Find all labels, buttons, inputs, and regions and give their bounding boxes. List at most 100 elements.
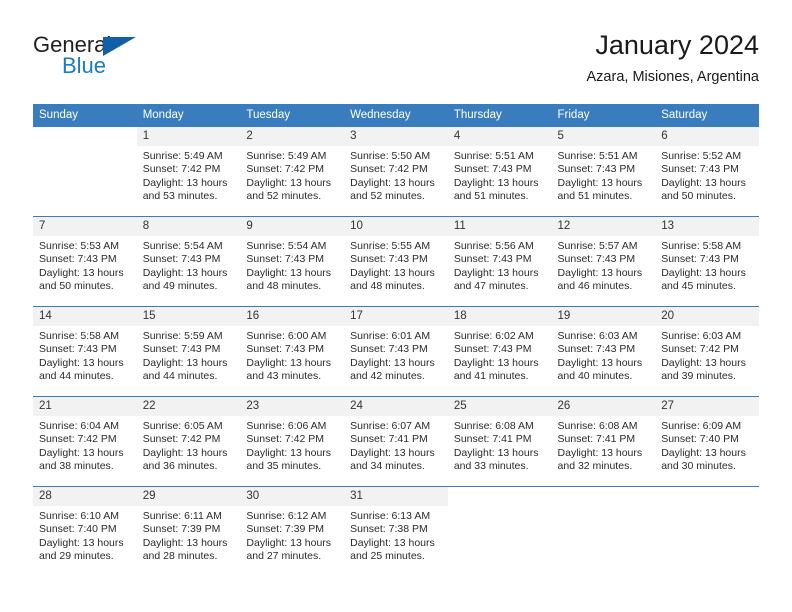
- daylight-text-line2: and 29 minutes.: [39, 550, 114, 563]
- calendar-day-cell[interactable]: 30 Sunrise: 6:12 AM Sunset: 7:39 PM Dayligh…: [240, 486, 345, 576]
- calendar-day-cell[interactable]: 23 Sunrise: 6:06 AM Sunset: 7:42 PM Dayligh…: [240, 396, 345, 487]
- calendar-day-cell[interactable]: 4 Sunrise: 5:51 AM Sunset: 7:43 PM Daylight…: [447, 127, 552, 217]
- calendar-day-cell[interactable]: 21 Sunrise: 6:04 AM Sunset: 7:42 PM Dayligh…: [33, 396, 137, 487]
- day-number: 4: [447, 127, 552, 146]
- day-details: Sunrise: 5:53 AM Sunset: 7:43 PM Daylight:…: [33, 236, 137, 294]
- calendar-day-cell[interactable]: 19 Sunrise: 6:03 AM Sunset: 7:43 PM Dayligh…: [551, 306, 656, 397]
- calendar-day-cell[interactable]: 16 Sunrise: 6:00 AM Sunset: 7:43 PM Dayligh…: [240, 306, 345, 397]
- sunset-text: Sunset: 7:42 PM: [142, 163, 221, 176]
- sunrise-text: Sunrise: 5:51 AM: [557, 150, 638, 162]
- daylight-text-line2: and 48 minutes.: [350, 280, 425, 293]
- general-blue-logo[interactable]: General Blue: [33, 32, 213, 88]
- calendar-day-cell[interactable]: 6 Sunrise: 5:52 AM Sunset: 7:43 PM Daylight…: [655, 127, 759, 217]
- day-number: 17: [344, 307, 448, 326]
- sunrise-text: Sunrise: 6:05 AM: [142, 420, 223, 432]
- day-number: 5: [551, 127, 656, 146]
- weekday-header-friday: Friday: [551, 104, 656, 127]
- daylight-text-line1: Daylight: 13 hours: [661, 266, 746, 279]
- calendar-day-cell[interactable]: 14 Sunrise: 5:58 AM Sunset: 7:43 PM Dayligh…: [33, 306, 137, 397]
- calendar-day-cell[interactable]: 20 Sunrise: 6:03 AM Sunset: 7:42 PM Dayligh…: [655, 306, 759, 397]
- day-number: 2: [240, 127, 345, 146]
- calendar-day-cell[interactable]: 5 Sunrise: 5:51 AM Sunset: 7:43 PM Daylight…: [551, 127, 656, 217]
- daylight-text-line1: Daylight: 13 hours: [350, 176, 435, 189]
- calendar-day-cell[interactable]: 9 Sunrise: 5:54 AM Sunset: 7:43 PM Daylight…: [240, 216, 345, 307]
- weekday-header-sunday: Sunday: [33, 104, 137, 127]
- daylight-text-line2: and 35 minutes.: [246, 460, 322, 473]
- calendar-day-cell[interactable]: 17 Sunrise: 6:01 AM Sunset: 7:43 PM Dayligh…: [344, 306, 448, 397]
- sunset-text: Sunset: 7:43 PM: [453, 343, 532, 356]
- sunrise-text: Sunrise: 6:03 AM: [661, 330, 742, 342]
- calendar-day-cell[interactable]: 22 Sunrise: 6:05 AM Sunset: 7:42 PM Dayligh…: [136, 396, 241, 487]
- calendar-day-cell[interactable]: 10 Sunrise: 5:55 AM Sunset: 7:43 PM Dayligh…: [344, 216, 448, 307]
- calendar-day-cell[interactable]: 15 Sunrise: 5:59 AM Sunset: 7:43 PM Dayligh…: [136, 306, 241, 397]
- daylight-text-line2: and 51 minutes.: [557, 190, 633, 203]
- sunset-text: Sunset: 7:43 PM: [350, 343, 428, 356]
- sunset-text: Sunset: 7:43 PM: [453, 253, 532, 266]
- calendar-day-cell[interactable]: 2 Sunrise: 5:49 AM Sunset: 7:42 PM Daylight…: [240, 127, 345, 217]
- day-details: Sunrise: 6:03 AM Sunset: 7:43 PM Daylight:…: [552, 326, 656, 384]
- calendar-day-cell[interactable]: 11 Sunrise: 5:56 AM Sunset: 7:43 PM Dayligh…: [447, 216, 552, 307]
- daylight-text-line1: Daylight: 13 hours: [142, 356, 228, 369]
- daylight-text-line2: and 32 minutes.: [557, 460, 633, 473]
- day-number: 30: [240, 487, 345, 506]
- day-number: 16: [240, 307, 345, 326]
- daylight-text-line1: Daylight: 13 hours: [246, 266, 332, 279]
- day-details: Sunrise: 6:03 AM Sunset: 7:42 PM Daylight:…: [655, 326, 759, 384]
- sunset-text: Sunset: 7:43 PM: [350, 253, 428, 266]
- calendar-day-cell[interactable]: 7 Sunrise: 5:53 AM Sunset: 7:43 PM Daylight…: [33, 216, 137, 307]
- calendar-day-cell[interactable]: 28 Sunrise: 6:10 AM Sunset: 7:40 PM Dayligh…: [33, 486, 137, 576]
- day-details: Sunrise: 6:08 AM Sunset: 7:41 PM Daylight:…: [448, 416, 552, 474]
- day-details: Sunrise: 6:11 AM Sunset: 7:39 PM Daylight:…: [137, 506, 241, 564]
- calendar-day-cell[interactable]: 3 Sunrise: 5:50 AM Sunset: 7:42 PM Daylight…: [344, 127, 448, 217]
- daylight-text-line2: and 38 minutes.: [39, 460, 114, 473]
- day-number: 18: [447, 307, 552, 326]
- day-number: 14: [33, 307, 137, 326]
- daylight-text-line2: and 47 minutes.: [453, 280, 529, 293]
- day-number: 31: [344, 487, 448, 506]
- sunset-text: Sunset: 7:43 PM: [39, 253, 117, 266]
- sunset-text: Sunset: 7:41 PM: [453, 433, 532, 446]
- calendar-day-cell[interactable]: 26 Sunrise: 6:08 AM Sunset: 7:41 PM Dayligh…: [551, 396, 656, 487]
- calendar-day-cell[interactable]: 18 Sunrise: 6:02 AM Sunset: 7:43 PM Dayligh…: [447, 306, 552, 397]
- daylight-text-line1: Daylight: 13 hours: [142, 446, 228, 459]
- daylight-text-line1: Daylight: 13 hours: [246, 176, 332, 189]
- sunset-text: Sunset: 7:43 PM: [39, 343, 117, 356]
- daylight-text-line1: Daylight: 13 hours: [453, 446, 539, 459]
- calendar-day-cell[interactable]: 1 Sunrise: 5:49 AM Sunset: 7:42 PM Daylight…: [136, 127, 241, 217]
- calendar-day-cell[interactable]: 29 Sunrise: 6:11 AM Sunset: 7:39 PM Dayligh…: [136, 486, 241, 576]
- sunrise-text: Sunrise: 6:06 AM: [246, 420, 327, 432]
- title-block: January 2024 Azara, Misiones, Argentina: [587, 28, 759, 88]
- calendar-day-cell[interactable]: 8 Sunrise: 5:54 AM Sunset: 7:43 PM Daylight…: [136, 216, 241, 307]
- sunrise-text: Sunrise: 6:00 AM: [246, 330, 327, 342]
- day-number: 1: [136, 127, 241, 146]
- sunrise-text: Sunrise: 6:11 AM: [142, 510, 222, 522]
- daylight-text-line1: Daylight: 13 hours: [246, 536, 332, 549]
- daylight-text-line2: and 44 minutes.: [39, 370, 114, 383]
- sunset-text: Sunset: 7:43 PM: [453, 163, 532, 176]
- calendar-day-cell[interactable]: 24 Sunrise: 6:07 AM Sunset: 7:41 PM Dayligh…: [344, 396, 448, 487]
- sunrise-text: Sunrise: 6:03 AM: [557, 330, 638, 342]
- daylight-text-line1: Daylight: 13 hours: [246, 356, 332, 369]
- calendar-day-cell[interactable]: 31 Sunrise: 6:13 AM Sunset: 7:38 PM Dayligh…: [344, 486, 448, 576]
- logo-triangle-icon: [103, 37, 136, 56]
- daylight-text-line2: and 43 minutes.: [246, 370, 322, 383]
- daylight-text-line1: Daylight: 13 hours: [142, 176, 228, 189]
- calendar-cell-empty: [447, 486, 552, 576]
- sunset-text: Sunset: 7:39 PM: [246, 523, 325, 536]
- sunrise-text: Sunrise: 6:09 AM: [661, 420, 742, 432]
- day-details: Sunrise: 6:04 AM Sunset: 7:42 PM Daylight:…: [33, 416, 137, 474]
- day-details: Sunrise: 6:08 AM Sunset: 7:41 PM Daylight:…: [552, 416, 656, 474]
- sunset-text: Sunset: 7:42 PM: [246, 433, 325, 446]
- weekday-header-wednesday: Wednesday: [344, 104, 448, 127]
- sunset-text: Sunset: 7:43 PM: [661, 163, 739, 176]
- sunrise-text: Sunrise: 5:59 AM: [142, 330, 223, 342]
- calendar-day-cell[interactable]: 25 Sunrise: 6:08 AM Sunset: 7:41 PM Dayligh…: [447, 396, 552, 487]
- day-details: Sunrise: 6:05 AM Sunset: 7:42 PM Daylight:…: [137, 416, 241, 474]
- sunset-text: Sunset: 7:39 PM: [142, 523, 221, 536]
- calendar-day-cell[interactable]: 27 Sunrise: 6:09 AM Sunset: 7:40 PM Dayligh…: [655, 396, 759, 487]
- daylight-text-line2: and 40 minutes.: [557, 370, 633, 383]
- calendar-day-cell[interactable]: 12 Sunrise: 5:57 AM Sunset: 7:43 PM Dayligh…: [551, 216, 656, 307]
- calendar-day-cell[interactable]: 13 Sunrise: 5:58 AM Sunset: 7:43 PM Dayligh…: [655, 216, 759, 307]
- daylight-text-line1: Daylight: 13 hours: [39, 536, 124, 549]
- day-details: Sunrise: 6:02 AM Sunset: 7:43 PM Daylight:…: [448, 326, 552, 384]
